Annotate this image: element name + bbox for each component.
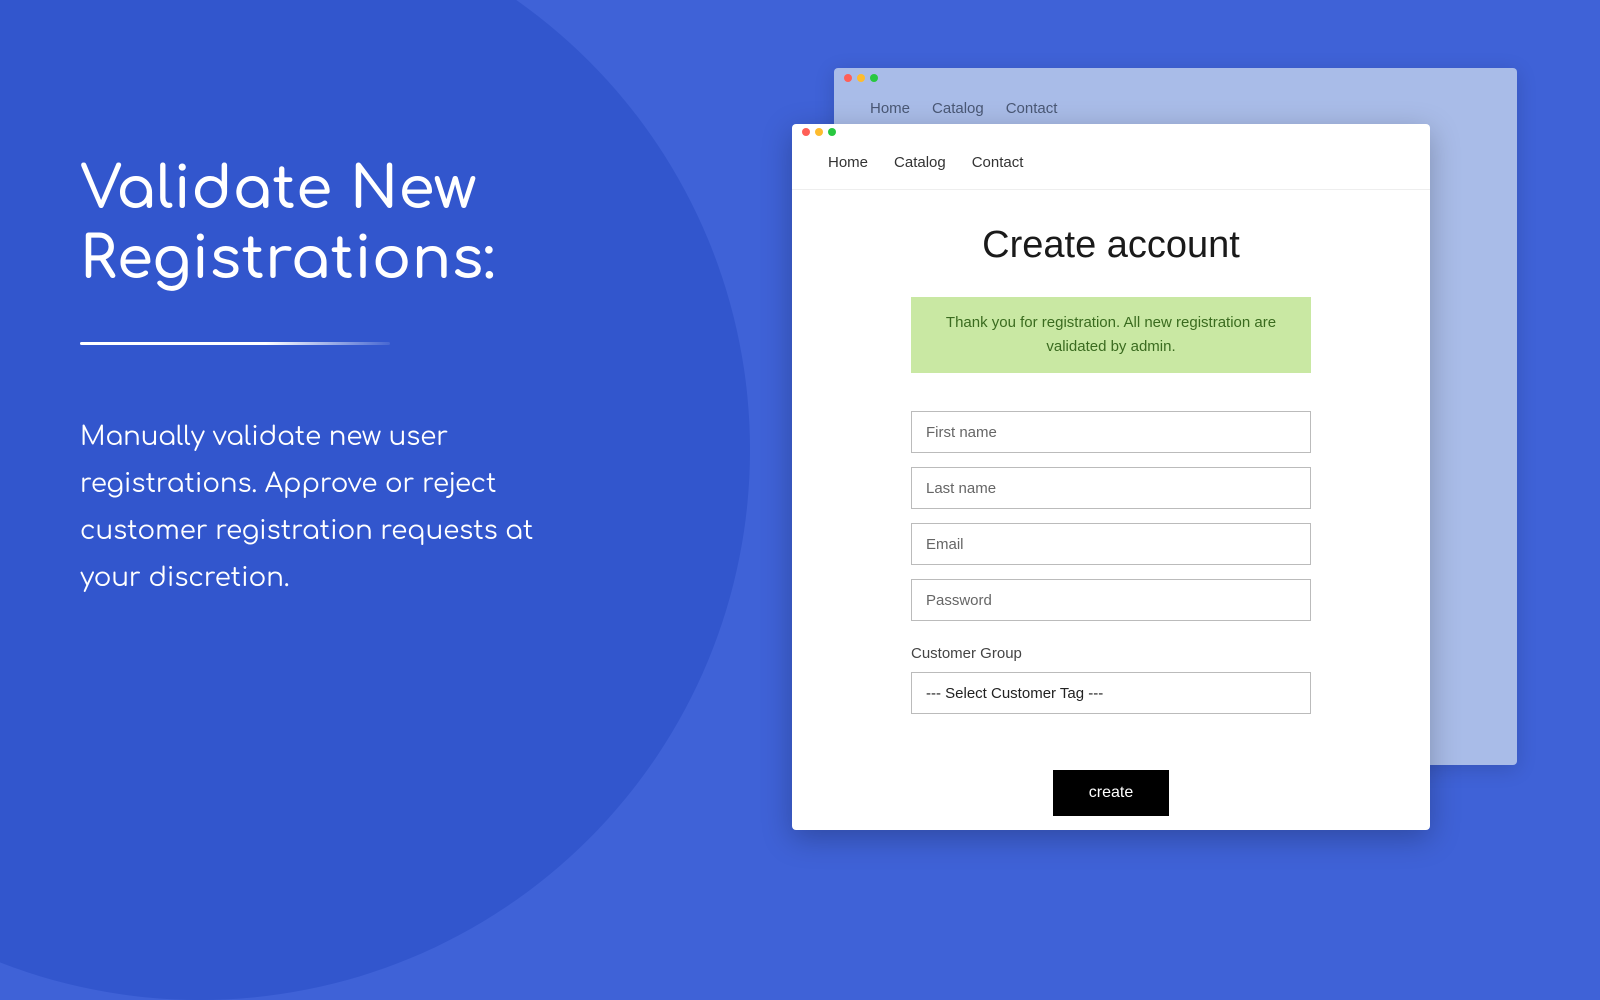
minimize-icon[interactable] <box>815 128 823 136</box>
close-icon[interactable] <box>802 128 810 136</box>
minimize-icon[interactable] <box>857 74 865 82</box>
maximize-icon[interactable] <box>870 74 878 82</box>
nav-front: Home Catalog Contact <box>792 140 1430 190</box>
email-placeholder: Email <box>926 536 964 553</box>
customer-group-selected: --- Select Customer Tag --- <box>926 685 1103 702</box>
window-titlebar-front <box>792 124 1430 140</box>
create-button[interactable]: create <box>1053 770 1169 816</box>
create-account-form: Create account Thank you for registratio… <box>792 190 1430 830</box>
last-name-placeholder: Last name <box>926 480 996 497</box>
password-placeholder: Password <box>926 592 992 609</box>
browser-window-front: Home Catalog Contact Create account Than… <box>792 124 1430 830</box>
create-button-label: create <box>1089 784 1133 801</box>
hero-heading-line2: Registrations: <box>80 227 495 292</box>
nav-back-catalog[interactable]: Catalog <box>932 100 984 117</box>
hero-text: Validate New Registrations: Manually val… <box>80 155 600 602</box>
customer-group-label: Customer Group <box>911 645 1311 662</box>
customer-group-select[interactable]: --- Select Customer Tag --- <box>911 672 1311 714</box>
hero-divider <box>80 342 390 345</box>
nav-front-contact[interactable]: Contact <box>972 154 1024 171</box>
form-title: Create account <box>982 224 1240 267</box>
last-name-input[interactable]: Last name <box>911 467 1311 509</box>
hero-heading-line1: Validate New <box>80 157 477 222</box>
maximize-icon[interactable] <box>828 128 836 136</box>
nav-front-home[interactable]: Home <box>828 154 868 171</box>
success-alert: Thank you for registration. All new regi… <box>911 297 1311 373</box>
first-name-input[interactable]: First name <box>911 411 1311 453</box>
window-titlebar-back <box>834 68 1517 88</box>
nav-back-contact[interactable]: Contact <box>1006 100 1058 117</box>
first-name-placeholder: First name <box>926 424 997 441</box>
nav-front-catalog[interactable]: Catalog <box>894 154 946 171</box>
nav-back-home[interactable]: Home <box>870 100 910 117</box>
password-input[interactable]: Password <box>911 579 1311 621</box>
close-icon[interactable] <box>844 74 852 82</box>
email-input[interactable]: Email <box>911 523 1311 565</box>
hero-description: Manually validate new user registrations… <box>80 415 600 602</box>
hero-heading: Validate New Registrations: <box>80 155 600 294</box>
